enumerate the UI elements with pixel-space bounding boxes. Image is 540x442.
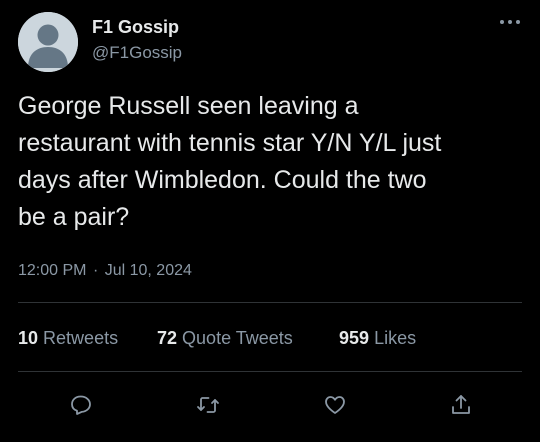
timestamp-separator: · <box>92 262 99 279</box>
retweet-icon <box>197 397 219 413</box>
heart-icon <box>325 396 345 414</box>
more-horizontal-icon <box>500 20 520 24</box>
quotes-count: 72 <box>157 328 178 348</box>
display-name[interactable]: F1 Gossip <box>92 17 179 38</box>
more-options-button[interactable] <box>498 12 522 32</box>
reply-icon <box>71 395 91 415</box>
likes-stat[interactable]: 959 Likes <box>339 328 416 349</box>
retweet-button[interactable] <box>191 388 225 422</box>
tweet-date[interactable]: Jul 10, 2024 <box>105 262 192 279</box>
divider <box>18 302 522 303</box>
quote-tweets-stat[interactable]: 72 Quote Tweets <box>157 328 293 349</box>
retweets-count: 10 <box>18 328 39 348</box>
reply-button[interactable] <box>64 388 98 422</box>
retweets-label: Retweets <box>43 328 119 348</box>
divider <box>18 371 522 372</box>
share-icon <box>452 395 470 414</box>
share-button[interactable] <box>444 388 478 422</box>
quotes-label: Quote Tweets <box>182 328 293 348</box>
action-bar <box>0 388 540 422</box>
retweets-stat[interactable]: 10 Retweets <box>18 328 118 349</box>
tweet-time[interactable]: 12:00 PM <box>18 262 86 279</box>
likes-count: 959 <box>339 328 370 348</box>
tweet-text: George Russell seen leaving a restaurant… <box>18 92 442 231</box>
default-avatar-icon <box>18 12 78 72</box>
tweet-card: F1 Gossip @F1Gossip George Russell seen … <box>0 0 540 442</box>
user-handle[interactable]: @F1Gossip <box>92 43 182 63</box>
avatar[interactable] <box>18 12 78 72</box>
likes-label: Likes <box>374 328 417 348</box>
like-button[interactable] <box>318 388 352 422</box>
timestamp[interactable]: 12:00 PM · Jul 10, 2024 <box>18 262 192 280</box>
